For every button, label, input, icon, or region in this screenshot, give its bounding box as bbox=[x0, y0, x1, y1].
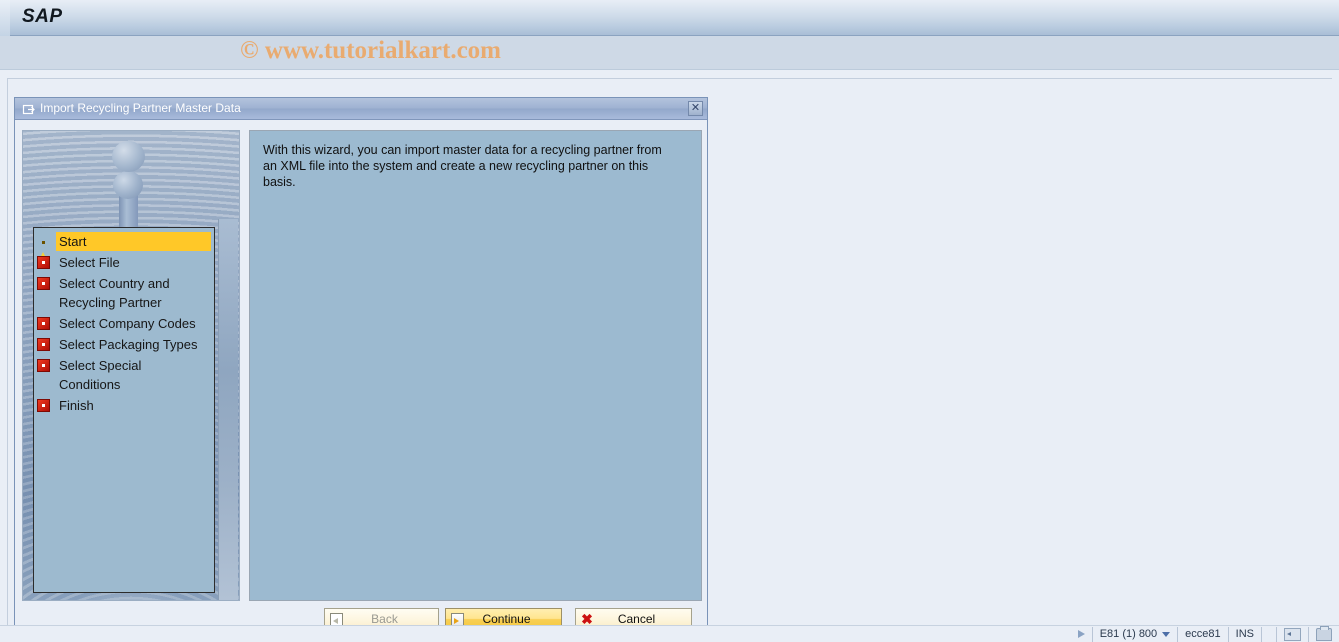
status-system-label: E81 (1) 800 bbox=[1099, 628, 1158, 640]
status-empty-segment bbox=[1261, 626, 1276, 642]
warning-triangle-icon bbox=[37, 235, 50, 264]
status-insert-mode[interactable]: INS bbox=[1227, 626, 1261, 642]
status-bar: E81 (1) 800 ecce81 INS bbox=[0, 625, 1339, 642]
wizard-step-list: Start Select File Select Country and Rec… bbox=[33, 227, 215, 593]
wizard-step-label: Select Country and Recycling Partner bbox=[59, 276, 170, 310]
import-wizard-dialog: Import Recycling Partner Master Data ✕ S… bbox=[14, 97, 708, 642]
wizard-step-label: Select File bbox=[59, 255, 120, 270]
status-transfer-icon[interactable] bbox=[1276, 626, 1308, 642]
continue-button-label: Continue bbox=[482, 612, 531, 626]
wizard-step-select-company-codes[interactable]: Select Company Codes bbox=[34, 313, 214, 334]
status-play-icon[interactable] bbox=[1074, 627, 1092, 642]
dialog-title: Import Recycling Partner Master Data bbox=[40, 101, 241, 115]
sap-logo: SAP bbox=[22, 6, 63, 27]
droplet-top-shape bbox=[112, 141, 145, 172]
window-restore-icon bbox=[22, 102, 36, 116]
dialog-title-bar[interactable]: Import Recycling Partner Master Data ✕ bbox=[15, 98, 707, 120]
wizard-panel-side-strip bbox=[218, 219, 238, 600]
back-arrow-icon bbox=[327, 612, 345, 626]
wizard-step-label: Start bbox=[56, 232, 211, 251]
wizard-step-finish[interactable]: Finish bbox=[34, 395, 214, 416]
red-square-icon bbox=[37, 256, 50, 269]
chevron-down-icon[interactable] bbox=[1162, 631, 1171, 637]
red-square-icon bbox=[37, 338, 50, 351]
wizard-content-panel: With this wizard, you can import master … bbox=[249, 130, 702, 601]
red-x-icon: ✖ bbox=[581, 611, 593, 627]
status-printer-icon[interactable] bbox=[1308, 626, 1339, 642]
wizard-step-select-file[interactable]: Select File bbox=[34, 252, 214, 273]
wizard-step-label: Select Company Codes bbox=[59, 316, 196, 331]
watermark-strip bbox=[0, 36, 1339, 70]
status-system-info[interactable]: E81 (1) 800 bbox=[1091, 626, 1177, 642]
red-square-icon bbox=[37, 317, 50, 330]
red-square-icon bbox=[37, 359, 50, 372]
wizard-step-label: Select Special Conditions bbox=[59, 358, 142, 392]
wizard-step-label: Select Packaging Types bbox=[59, 337, 198, 352]
back-button-label: Back bbox=[371, 612, 398, 626]
wizard-navigation-panel: Start Select File Select Country and Rec… bbox=[22, 130, 240, 601]
wizard-description-text: With this wizard, you can import master … bbox=[263, 143, 662, 189]
close-icon[interactable]: ✕ bbox=[688, 101, 703, 116]
sap-top-banner: SAP bbox=[0, 0, 1339, 36]
wizard-step-select-special-conditions[interactable]: Select Special Conditions bbox=[34, 355, 214, 395]
wizard-step-select-packaging-types[interactable]: Select Packaging Types bbox=[34, 334, 214, 355]
status-user-label: ecce81 bbox=[1177, 626, 1227, 642]
banner-left-edge bbox=[0, 0, 10, 36]
watermark-text: © www.tutorialkart.com bbox=[240, 37, 501, 64]
wizard-step-label: Finish bbox=[59, 398, 94, 413]
dialog-body: Start Select File Select Country and Rec… bbox=[15, 121, 707, 641]
cancel-button-label: Cancel bbox=[617, 612, 656, 626]
red-square-icon bbox=[37, 277, 50, 290]
wizard-step-select-country-and-recycling-partner[interactable]: Select Country and Recycling Partner bbox=[34, 273, 214, 313]
red-square-icon bbox=[37, 399, 50, 412]
wizard-step-start[interactable]: Start bbox=[34, 231, 214, 264]
droplet-middle-shape bbox=[113, 171, 143, 199]
forward-arrow-icon bbox=[448, 612, 466, 626]
